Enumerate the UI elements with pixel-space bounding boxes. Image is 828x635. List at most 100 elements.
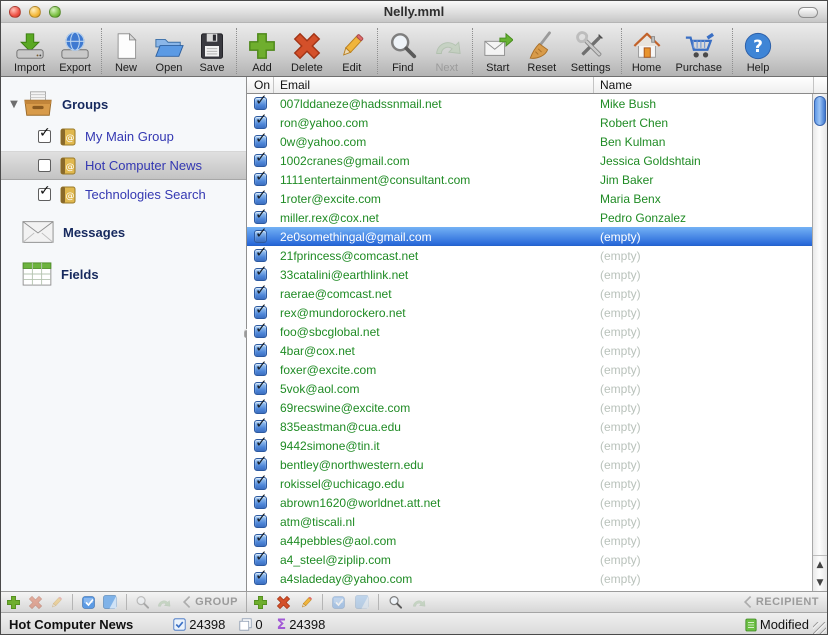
table-row[interactable]: ✓ 69recswine@excite.com (empty) [247,398,812,417]
table-row[interactable]: ✓ 4bar@cox.net (empty) [247,341,812,360]
row-checkbox[interactable]: ✓ [254,287,267,300]
sidebar-item-fields[interactable]: Fields [1,255,246,293]
row-checkbox[interactable]: ✓ [254,572,267,585]
group-panel-label[interactable]: GROUP [182,595,242,609]
table-row[interactable]: ✓ 9442simone@tin.it (empty) [247,436,812,455]
row-checkbox[interactable]: ✓ [254,420,267,433]
column-header-email[interactable]: Email [274,77,594,93]
start-button[interactable]: Start [476,26,520,74]
row-checkbox[interactable]: ✓ [254,477,267,490]
row-checkbox[interactable]: ✓ [254,382,267,395]
recipient-edit-button[interactable] [297,594,315,610]
disclosure-triangle-icon[interactable]: ▼ [6,99,22,110]
row-checkbox[interactable]: ✓ [254,306,267,319]
recipient-delete-button[interactable] [274,594,292,610]
group-add-button[interactable] [5,594,22,610]
table-row[interactable]: ✓ 33catalini@earthlink.net (empty) [247,265,812,284]
find-button[interactable]: Find [381,26,425,74]
row-checkbox[interactable]: ✓ [254,325,267,338]
row-checkbox[interactable]: ✓ [254,154,267,167]
edit-button[interactable]: Edit [330,26,374,74]
new-button[interactable]: New [105,26,147,74]
add-button[interactable]: Add [240,26,284,74]
table-row[interactable]: ✓ 1roter@excite.com Maria Benx [247,189,812,208]
group-checkbox[interactable] [38,159,51,172]
row-checkbox[interactable]: ✓ [254,97,267,110]
save-button[interactable]: Save [191,26,233,74]
table-row[interactable]: ✓ 1111entertainment@consultant.com Jim B… [247,170,812,189]
table-row[interactable]: ✓ 0w@yahoo.com Ben Kulman [247,132,812,151]
row-checkbox[interactable]: ✓ [254,230,267,243]
row-checkbox[interactable]: ✓ [254,344,267,357]
sidebar-groups-header[interactable]: ▼ Groups [1,86,246,122]
sidebar-item-hot-computer-news[interactable]: @ Hot Computer News [1,151,246,180]
recipient-check-all-button[interactable] [330,594,348,610]
table-row[interactable]: ✓ 1002cranes@gmail.com Jessica Goldshtai… [247,151,812,170]
next-button[interactable]: Next [425,26,469,74]
table-row[interactable]: ✓ 5vok@aol.com (empty) [247,379,812,398]
row-checkbox[interactable]: ✓ [254,515,267,528]
help-button[interactable]: ? Help [736,26,780,74]
row-checkbox[interactable]: ✓ [254,173,267,186]
group-checkbox[interactable]: ✓ [38,188,51,201]
column-header-name[interactable]: Name [594,77,814,93]
table-row[interactable]: ✓ atm@tiscali.nl (empty) [247,512,812,531]
group-redo-button[interactable] [155,594,172,610]
row-checkbox[interactable]: ✓ [254,211,267,224]
group-edit-button[interactable] [48,594,65,610]
table-row[interactable]: ✓ miller.rex@cox.net Pedro Gonzalez [247,208,812,227]
group-find-button[interactable] [134,594,151,610]
recipient-panel-label[interactable]: RECIPIENT [743,595,823,609]
sidebar-item-messages[interactable]: Messages [1,213,246,251]
table-row[interactable]: ✓ 2e0somethingal@gmail.com (empty) [247,227,812,246]
home-button[interactable]: Home [625,26,669,74]
purchase-button[interactable]: Purchase [669,26,729,74]
table-row[interactable]: ✓ rex@mundorockero.net (empty) [247,303,812,322]
row-checkbox[interactable]: ✓ [254,458,267,471]
table-row[interactable]: ✓ abrown1620@worldnet.att.net (empty) [247,493,812,512]
row-checkbox[interactable]: ✓ [254,363,267,376]
row-checkbox[interactable]: ✓ [254,496,267,509]
table-row[interactable]: ✓ a4sladeday@yahoo.com (empty) [247,569,812,588]
row-checkbox[interactable]: ✓ [254,534,267,547]
row-checkbox[interactable]: ✓ [254,401,267,414]
table-row[interactable]: ✓ 21fprincess@comcast.net (empty) [247,246,812,265]
scroll-up-button[interactable]: ▲ [813,556,827,574]
row-checkbox[interactable]: ✓ [254,135,267,148]
table-row[interactable]: ✓ rokissel@uchicago.edu (empty) [247,474,812,493]
table-row[interactable]: ✓ foo@sbcglobal.net (empty) [247,322,812,341]
table-row[interactable]: ✓ foxer@excite.com (empty) [247,360,812,379]
import-button[interactable]: Import [7,26,52,74]
table-row[interactable]: ✓ raerae@comcast.net (empty) [247,284,812,303]
recipient-find-button[interactable] [386,594,404,610]
scroll-down-button[interactable]: ▼ [813,574,827,591]
row-checkbox[interactable]: ✓ [254,192,267,205]
row-checkbox[interactable]: ✓ [254,116,267,129]
table-row[interactable]: ✓ 007lddaneze@hadssnmail.net Mike Bush [247,94,812,113]
open-button[interactable]: Open [147,26,191,74]
recipient-redo-button[interactable] [409,594,427,610]
resize-grip[interactable] [813,622,826,635]
sidebar-item-my-main-group[interactable]: ✓ @ My Main Group [1,122,246,151]
row-checkbox[interactable]: ✓ [254,553,267,566]
row-checkbox[interactable]: ✓ [254,268,267,281]
reset-button[interactable]: Reset [520,26,564,74]
table-row[interactable]: ✓ a44pebbles@aol.com (empty) [247,531,812,550]
sidebar-item-technologies-search[interactable]: ✓ @ Technologies Search [1,180,246,209]
row-checkbox[interactable]: ✓ [254,249,267,262]
settings-button[interactable]: Settings [564,26,618,74]
group-check-all-button[interactable] [80,594,97,610]
group-save-list-button[interactable] [102,594,119,610]
scrollbar-thumb[interactable] [814,96,826,126]
recipient-add-button[interactable] [251,594,269,610]
vertical-scrollbar[interactable]: ▲ ▼ [812,94,827,591]
group-checkbox[interactable]: ✓ [38,130,51,143]
table-row[interactable]: ✓ bentley@northwestern.edu (empty) [247,455,812,474]
column-header-on[interactable]: On [247,77,274,93]
row-checkbox[interactable]: ✓ [254,439,267,452]
toolbar-toggle-button[interactable] [798,7,818,18]
export-button[interactable]: Export [52,26,98,74]
delete-button[interactable]: Delete [284,26,330,74]
table-row[interactable]: ✓ 835eastman@cua.edu (empty) [247,417,812,436]
table-row[interactable]: ✓ ron@yahoo.com Robert Chen [247,113,812,132]
